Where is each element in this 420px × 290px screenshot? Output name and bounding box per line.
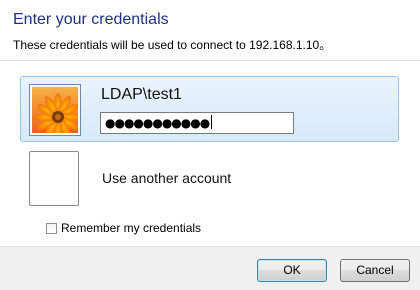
account-tile-selected[interactable]: LDAP\test1 ●●●●●●●●●●● <box>20 76 399 142</box>
user-name: LDAP\test1 <box>101 86 182 103</box>
user-tile <box>29 84 81 136</box>
remember-credentials-option[interactable]: Remember my credentials <box>46 221 201 235</box>
remember-label: Remember my credentials <box>61 221 202 235</box>
password-field[interactable]: ●●●●●●●●●●● <box>100 112 294 134</box>
remember-checkbox[interactable] <box>46 222 57 234</box>
ok-button[interactable]: OK <box>257 259 327 282</box>
dialog-subtitle: These credentials will be used to connec… <box>13 38 332 52</box>
account-tile-other[interactable]: Use another account <box>20 148 399 212</box>
use-another-account-label: Use another account <box>102 170 232 186</box>
flower-user-tile-icon <box>32 87 78 133</box>
dialog-footer: OK Cancel <box>0 246 420 290</box>
password-value: ●●●●●●●●●●● <box>105 116 210 130</box>
text-caret <box>211 115 213 129</box>
dialog-title: Enter your credentials <box>13 11 169 28</box>
header-divider <box>0 60 420 61</box>
cancel-button[interactable]: Cancel <box>340 259 410 282</box>
blank-user-tile-icon <box>29 151 79 206</box>
